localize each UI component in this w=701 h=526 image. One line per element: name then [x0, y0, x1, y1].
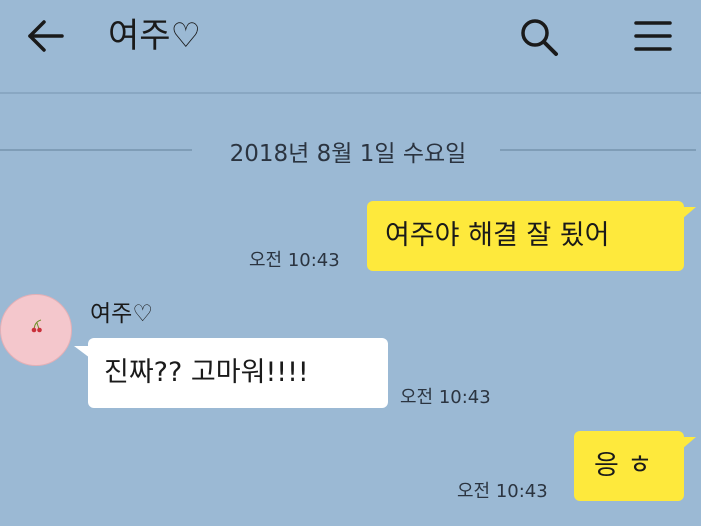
- sent-message-bubble[interactable]: 응 ㅎ: [574, 431, 684, 501]
- message-text: 진짜?? 고마워!!!!: [104, 357, 309, 388]
- cherry-icon: [31, 319, 42, 333]
- chat-title: 여주♡: [108, 16, 202, 56]
- search-button[interactable]: [516, 14, 562, 60]
- sent-message-bubble[interactable]: 여주야 해결 잘 됬어: [367, 201, 684, 271]
- message-time: 오전 10:43: [249, 250, 340, 271]
- arrow-left-icon: [28, 20, 64, 52]
- date-divider: 2018년 8월 1일 수요일: [0, 128, 701, 172]
- menu-button[interactable]: [630, 14, 676, 60]
- date-divider-text: 2018년 8월 1일 수요일: [229, 141, 467, 167]
- hamburger-menu-icon: [634, 21, 672, 51]
- divider-line-left: [0, 149, 192, 151]
- avatar[interactable]: [0, 294, 72, 366]
- message-text: 여주야 해결 잘 됬어: [385, 220, 610, 251]
- received-message-bubble[interactable]: 진짜?? 고마워!!!!: [88, 338, 388, 408]
- chat-header: 여주♡: [0, 0, 701, 94]
- message-text: 응 ㅎ: [594, 450, 653, 481]
- sender-name: 여주♡: [90, 301, 153, 327]
- back-button[interactable]: [24, 14, 68, 58]
- search-icon: [521, 19, 558, 56]
- divider-line-right: [500, 149, 696, 151]
- bubble-tail: [682, 207, 696, 219]
- message-time: 오전 10:43: [400, 387, 491, 408]
- message-time: 오전 10:43: [457, 481, 548, 502]
- bubble-tail: [682, 437, 696, 449]
